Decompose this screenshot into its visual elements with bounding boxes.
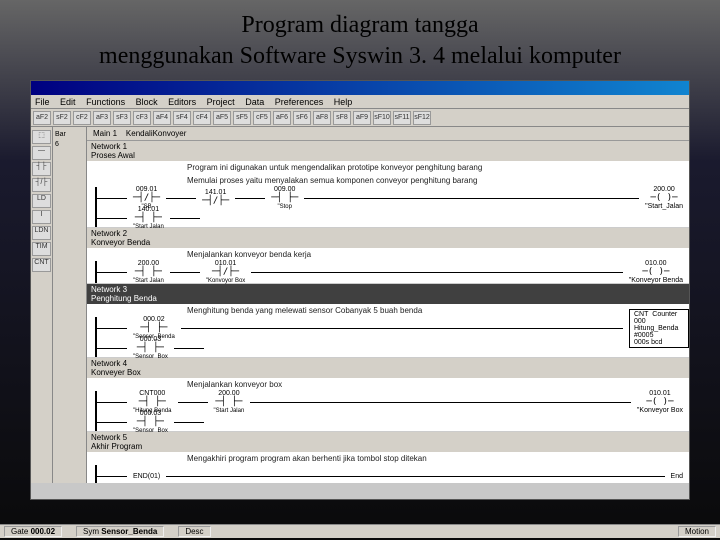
toolbar-btn-cF2[interactable]: cF2 xyxy=(73,111,91,125)
network-comment: Memulai proses yaitu menyalakan semua ko… xyxy=(87,174,689,187)
toolbar-btn-aF3[interactable]: aF3 xyxy=(93,111,111,125)
menu-help[interactable]: Help xyxy=(334,97,353,107)
side-btn-5[interactable]: I xyxy=(32,210,51,224)
toolbar-btn-sF10[interactable]: sF10 xyxy=(373,111,391,125)
side-btn-8[interactable]: CNT xyxy=(32,258,51,272)
menu-functions[interactable]: Functions xyxy=(86,97,125,107)
slide-title: Program diagram tangga menggunakan Softw… xyxy=(0,0,720,80)
contact[interactable]: 000.03─┤ ├─"Sensor_Box xyxy=(133,336,168,360)
menu-file[interactable]: File xyxy=(35,97,50,107)
menu-block[interactable]: Block xyxy=(136,97,158,107)
toolbar-btn-sF6[interactable]: sF6 xyxy=(293,111,311,125)
network-comment: Menghitung benda yang melewati sensor Co… xyxy=(87,304,689,317)
contact[interactable]: 200.00─┤ ├─"Start Jalan xyxy=(133,260,164,284)
contact[interactable]: 000.03─┤ ├─"Sensor_Box xyxy=(133,410,168,434)
side-toolbar: ⬚ — ┤├ ┤/├ LD I LDN TIM CNT xyxy=(31,127,53,483)
side-btn-7[interactable]: TIM xyxy=(32,242,51,256)
network-4: Network 4Konveyer BoxMenjalankan konveyo… xyxy=(87,358,689,432)
network-2: Network 2Konveyor BendaMenjalankan konve… xyxy=(87,228,689,284)
contact[interactable]: 200.00─┤ ├─"Start Jalan xyxy=(214,390,245,414)
network-title: Network 2Konveyor Benda xyxy=(87,228,689,248)
toolbar-btn-cF3[interactable]: cF3 xyxy=(133,111,151,125)
output-coil[interactable]: 010.00─( )─"Konveyor Benda xyxy=(629,260,683,284)
toolbar-btn-sF11[interactable]: sF11 xyxy=(393,111,411,125)
menu-editors[interactable]: Editors xyxy=(168,97,196,107)
main-area: ⬚ — ┤├ ┤/├ LD I LDN TIM CNT Bar6 Main 1 KendaliK… xyxy=(31,127,689,483)
syswin-window: File Edit Functions Block Editors Projec… xyxy=(30,80,690,500)
menu-data[interactable]: Data xyxy=(245,97,264,107)
menu-edit[interactable]: Edit xyxy=(60,97,76,107)
contact[interactable]: 010.01─┤/├─"Konvoyor Box xyxy=(206,260,245,284)
toolbar-btn-aF9[interactable]: aF9 xyxy=(353,111,371,125)
toolbar-btn-aF2[interactable]: aF2 xyxy=(33,111,51,125)
side-btn-4[interactable]: LD xyxy=(32,194,51,208)
toolbar-btn-sF8[interactable]: sF8 xyxy=(333,111,351,125)
network-title: Network 1Proses Awal xyxy=(87,141,689,161)
output-coil[interactable]: 010.01─( )─"Konveyor Box xyxy=(637,390,683,414)
toolbar-btn-cF4[interactable]: cF4 xyxy=(193,111,211,125)
toolbar-btn-sF12[interactable]: sF12 xyxy=(413,111,431,125)
network-title: Network 5Akhir Program xyxy=(87,432,689,452)
toolbar-btn-aF4[interactable]: aF4 xyxy=(153,111,171,125)
network-comment: Menjalankan konveyor benda kerja xyxy=(87,248,689,261)
toolbar-btn-cF5[interactable]: cF5 xyxy=(253,111,271,125)
network-title: Network 3Penghitung Benda xyxy=(87,284,689,304)
menu-preferences[interactable]: Preferences xyxy=(275,97,324,107)
toolbar-btn-aF8[interactable]: aF8 xyxy=(313,111,331,125)
side-btn-3[interactable]: ┤/├ xyxy=(32,178,51,192)
toolbar-btn-sF3[interactable]: sF3 xyxy=(113,111,131,125)
menubar[interactable]: File Edit Functions Block Editors Projec… xyxy=(31,95,689,109)
contact[interactable]: 141.01─┤/├─ xyxy=(202,189,229,207)
tree-panel[interactable]: Bar6 xyxy=(53,127,87,483)
network-comment: Program ini digunakan untuk mengendalika… xyxy=(87,161,689,174)
toolbar-btn-sF4[interactable]: sF4 xyxy=(173,111,191,125)
toolbar-btn-sF5[interactable]: sF5 xyxy=(233,111,251,125)
network-3: Network 3Penghitung BendaMenghitung bend… xyxy=(87,284,689,358)
side-btn-1[interactable]: — xyxy=(32,146,51,160)
toolbar-btn-sF2[interactable]: sF2 xyxy=(53,111,71,125)
network-comment: Mengakhiri program program akan berhenti… xyxy=(87,452,689,465)
editor-header: Main 1 KendaliKonvoyer xyxy=(87,127,689,141)
toolbar-btn-aF6[interactable]: aF6 xyxy=(273,111,291,125)
ladder-editor[interactable]: Main 1 KendaliKonvoyer Network 1Proses A… xyxy=(87,127,689,483)
network-5: Network 5Akhir ProgramMengakhiri program… xyxy=(87,432,689,483)
side-btn-6[interactable]: LDN xyxy=(32,226,51,240)
toolbar-btn-aF5[interactable]: aF5 xyxy=(213,111,231,125)
menu-project[interactable]: Project xyxy=(207,97,235,107)
toolbar: aF2sF2cF2aF3sF3cF3aF4sF4cF4aF5sF5cF5aF6s… xyxy=(31,109,689,127)
output-coil[interactable]: 200.00─( )─"Start_Jalan xyxy=(645,186,683,210)
network-title: Network 4Konveyer Box xyxy=(87,358,689,378)
network-comment: Menjalankan konveyor box xyxy=(87,378,689,391)
contact[interactable]: 009.00─┤ ├─"Stop xyxy=(271,186,298,210)
side-btn-2[interactable]: ┤├ xyxy=(32,162,51,176)
side-btn-0[interactable]: ⬚ xyxy=(32,130,51,144)
contact[interactable]: 140.01─┤ ├─"Start Jalan xyxy=(133,206,164,230)
network-1: Network 1Proses AwalProgram ini digunaka… xyxy=(87,141,689,228)
window-titlebar xyxy=(31,81,689,95)
